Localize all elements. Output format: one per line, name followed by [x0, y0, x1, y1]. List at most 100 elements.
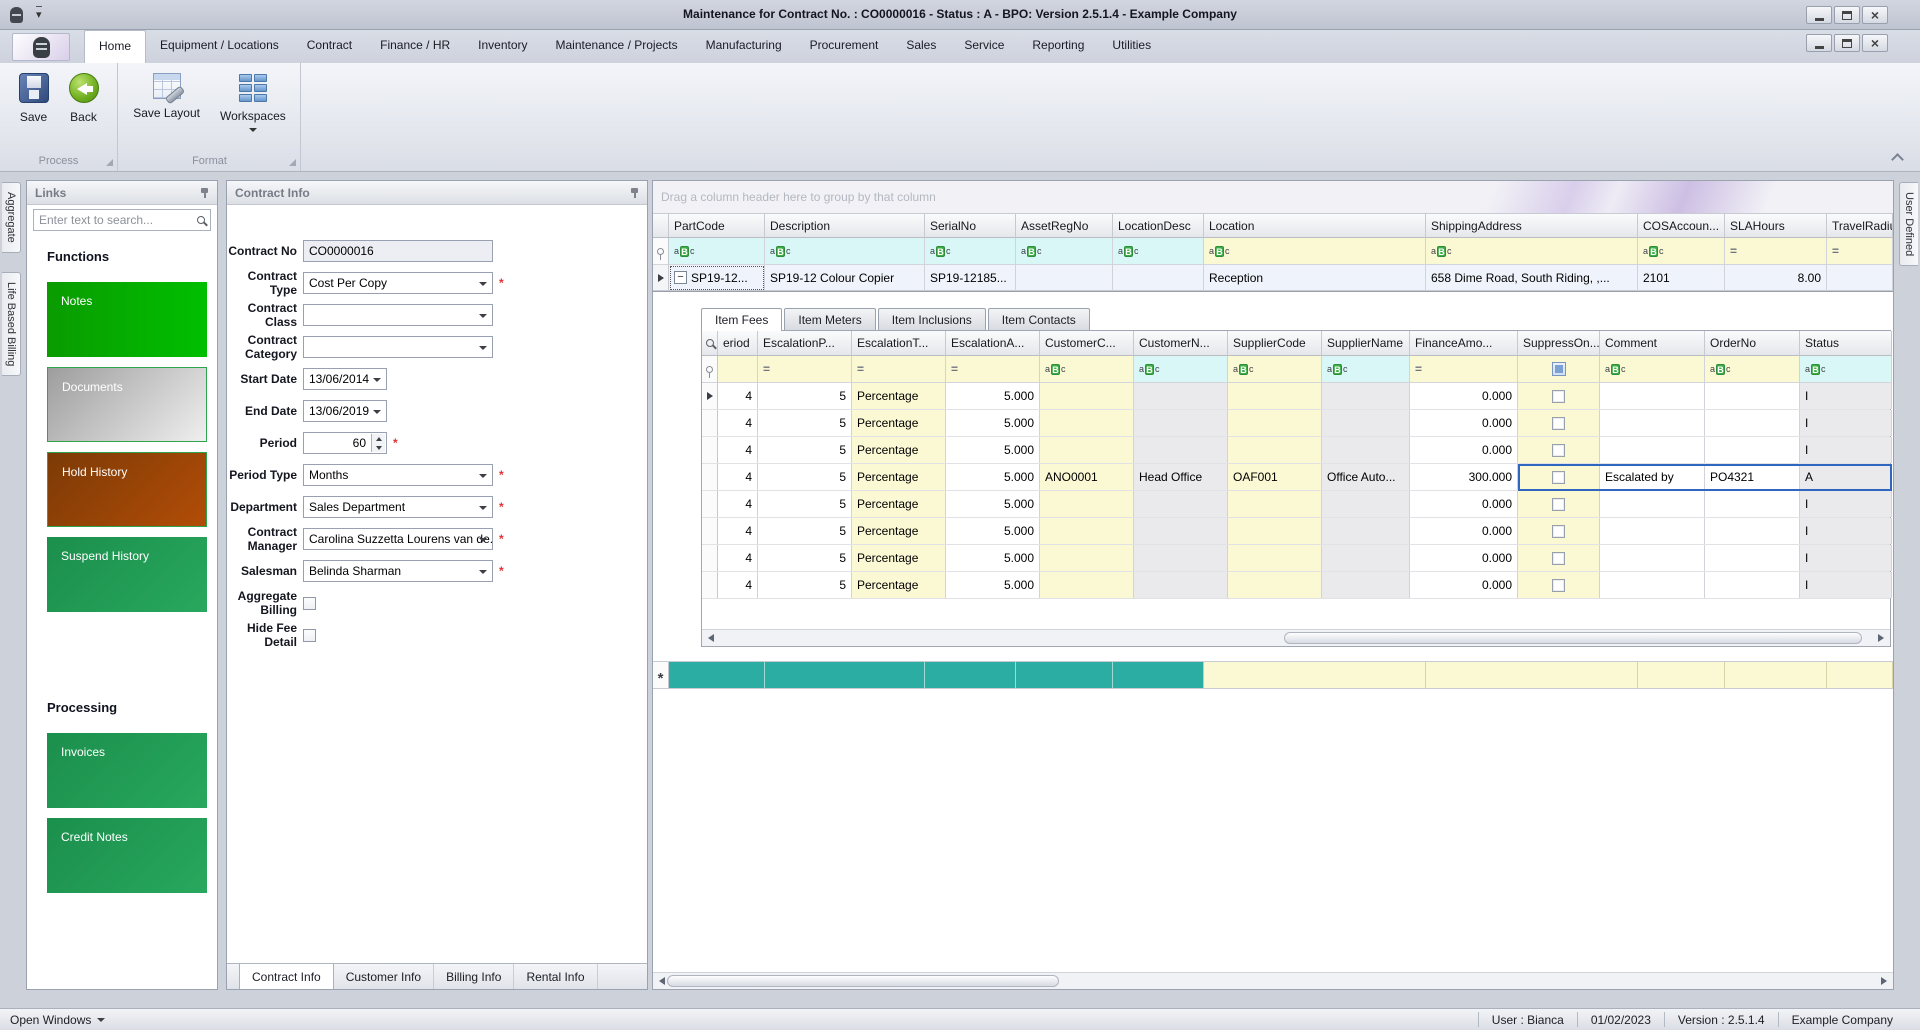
new-row-cell-partcode[interactable]	[669, 662, 765, 688]
item-cell-suppliername[interactable]	[1322, 383, 1410, 409]
suppress-checkbox[interactable]	[1552, 498, 1565, 511]
item-cell-suppresson[interactable]	[1518, 383, 1600, 409]
item-cell-customern[interactable]	[1134, 545, 1228, 571]
item-cell-suppliername[interactable]	[1322, 518, 1410, 544]
item-row-2[interactable]: 45Percentage5.0000.000I	[702, 437, 1890, 464]
tab-customer-info[interactable]: Customer Info	[334, 964, 434, 989]
column-header-cosaccoun[interactable]: COSAccoun...	[1638, 214, 1725, 238]
ribbon-tab-manufacturing[interactable]: Manufacturing	[692, 30, 796, 63]
master-cell-shippingaddress[interactable]: 658 Dime Road, South Riding, ,...	[1426, 265, 1638, 291]
column-header-travelradiu[interactable]: TravelRadiu...	[1827, 214, 1893, 238]
master-cell-location[interactable]: Reception	[1204, 265, 1426, 291]
new-row-cell-assetregno[interactable]	[1016, 662, 1113, 688]
tab-item-contacts[interactable]: Item Contacts	[988, 308, 1090, 330]
item-cell-escalationt[interactable]: Percentage	[852, 410, 946, 436]
item-cell-financeamo[interactable]: 0.000	[1410, 518, 1518, 544]
master-cell-travelradiu[interactable]	[1827, 265, 1893, 291]
ribbon-tab-utilities[interactable]: Utilities	[1098, 30, 1165, 63]
filter-cell-slahours[interactable]: =	[1725, 238, 1827, 265]
item-cell-financeamo[interactable]: 0.000	[1410, 545, 1518, 571]
item-cell-escalationa[interactable]: 5.000	[946, 410, 1040, 436]
item-cell-status[interactable]: I	[1800, 545, 1892, 571]
item-cell-suppresson[interactable]	[1518, 518, 1600, 544]
item-cell-suppliercode[interactable]	[1228, 491, 1322, 517]
master-cell-cosaccoun[interactable]: 2101	[1638, 265, 1725, 291]
master-cell-slahours[interactable]: 8.00	[1725, 265, 1827, 291]
collapse-row-icon[interactable]: −	[674, 271, 687, 284]
chevron-down-icon[interactable]	[479, 570, 487, 574]
item-cell-comment[interactable]	[1600, 518, 1705, 544]
column-header-escalationa[interactable]: EscalationA...	[946, 331, 1040, 356]
column-header-escalationp[interactable]: EscalationP...	[758, 331, 852, 356]
column-header-customerc[interactable]: CustomerC...	[1040, 331, 1134, 356]
filter-cell-suppliercode[interactable]: aBc	[1228, 356, 1322, 383]
filter-cell-comment[interactable]: aBc	[1600, 356, 1705, 383]
chevron-down-icon[interactable]	[479, 538, 487, 542]
filter-cell-assetregno[interactable]: aBc	[1016, 238, 1113, 265]
item-cell-eriod[interactable]: 4	[718, 572, 758, 598]
new-row-cell-locationdesc[interactable]	[1113, 662, 1204, 688]
item-cell-orderno[interactable]	[1705, 383, 1800, 409]
item-cell-customerc[interactable]	[1040, 437, 1134, 463]
item-cell-comment[interactable]	[1600, 491, 1705, 517]
tab-billing-info[interactable]: Billing Info	[434, 964, 514, 989]
item-cell-customern[interactable]: Head Office	[1134, 464, 1228, 490]
item-cell-financeamo[interactable]: 300.000	[1410, 464, 1518, 490]
tab-rental-info[interactable]: Rental Info	[514, 964, 597, 989]
item-row-6[interactable]: 45Percentage5.0000.000I	[702, 545, 1890, 572]
chevron-down-icon[interactable]	[373, 378, 381, 382]
child-minimize-button[interactable]	[1806, 34, 1832, 52]
item-cell-eriod[interactable]: 4	[718, 410, 758, 436]
column-header-suppliercode[interactable]: SupplierCode	[1228, 331, 1322, 356]
item-cell-orderno[interactable]	[1705, 410, 1800, 436]
child-restore-button[interactable]	[1834, 34, 1860, 52]
item-cell-customerc[interactable]: ANO0001	[1040, 464, 1134, 490]
item-cell-escalationt[interactable]: Percentage	[852, 518, 946, 544]
filter-cell-cosaccoun[interactable]: aBc	[1638, 238, 1725, 265]
item-row-3[interactable]: 45Percentage5.000ANO0001Head OfficeOAF00…	[702, 464, 1890, 491]
item-cell-suppliername[interactable]: Office Auto...	[1322, 464, 1410, 490]
links-search-input[interactable]	[39, 213, 197, 227]
chevron-down-icon[interactable]	[479, 282, 487, 286]
item-cell-suppresson[interactable]	[1518, 545, 1600, 571]
filter-cell-description[interactable]: aBc	[765, 238, 925, 265]
item-cell-comment[interactable]	[1600, 410, 1705, 436]
filter-cell-suppliername[interactable]: aBc	[1322, 356, 1410, 383]
item-cell-eriod[interactable]: 4	[718, 545, 758, 571]
item-cell-escalationp[interactable]: 5	[758, 572, 852, 598]
scroll-thumb[interactable]	[667, 975, 1059, 987]
scroll-thumb[interactable]	[1284, 632, 1862, 644]
pin-icon[interactable]	[200, 187, 209, 199]
item-cell-orderno[interactable]	[1705, 572, 1800, 598]
item-cell-status[interactable]: A	[1800, 464, 1892, 490]
period-stepper[interactable]: 60	[303, 432, 387, 454]
master-cell-partcode[interactable]: −SP19-12...	[669, 265, 765, 291]
new-row-cell-cosaccoun[interactable]	[1638, 662, 1725, 688]
open-windows-button[interactable]: Open Windows	[0, 1013, 105, 1027]
item-cell-suppresson[interactable]	[1518, 572, 1600, 598]
item-cell-suppliercode[interactable]	[1228, 410, 1322, 436]
item-row-4[interactable]: 45Percentage5.0000.000I	[702, 491, 1890, 518]
item-cell-suppliername[interactable]	[1322, 545, 1410, 571]
column-header-partcode[interactable]: PartCode	[669, 214, 765, 238]
item-cell-escalationt[interactable]: Percentage	[852, 383, 946, 409]
tab-item-meters[interactable]: Item Meters	[784, 308, 875, 330]
item-cell-status[interactable]: I	[1800, 572, 1892, 598]
tab-user-defined[interactable]: User Defined	[1899, 182, 1918, 266]
suppress-checkbox[interactable]	[1552, 525, 1565, 538]
item-cell-financeamo[interactable]: 0.000	[1410, 572, 1518, 598]
item-cell-comment[interactable]	[1600, 572, 1705, 598]
suppress-checkbox[interactable]	[1552, 552, 1565, 565]
item-cell-escalationa[interactable]: 5.000	[946, 572, 1040, 598]
item-cell-escalationt[interactable]: Percentage	[852, 491, 946, 517]
item-cell-escalationp[interactable]: 5	[758, 464, 852, 490]
column-header-comment[interactable]: Comment	[1600, 331, 1705, 356]
department-select[interactable]: Sales Department	[303, 496, 493, 518]
equipment-grid-new-row[interactable]: *	[653, 661, 1893, 689]
filter-cell-customerc[interactable]: aBc	[1040, 356, 1134, 383]
item-cell-comment[interactable]	[1600, 545, 1705, 571]
item-cell-suppresson[interactable]	[1518, 410, 1600, 436]
tab-contract-info[interactable]: Contract Info	[239, 964, 334, 989]
contract-no-field[interactable]: CO0000016	[303, 240, 493, 262]
filter-cell-customern[interactable]: aBc	[1134, 356, 1228, 383]
